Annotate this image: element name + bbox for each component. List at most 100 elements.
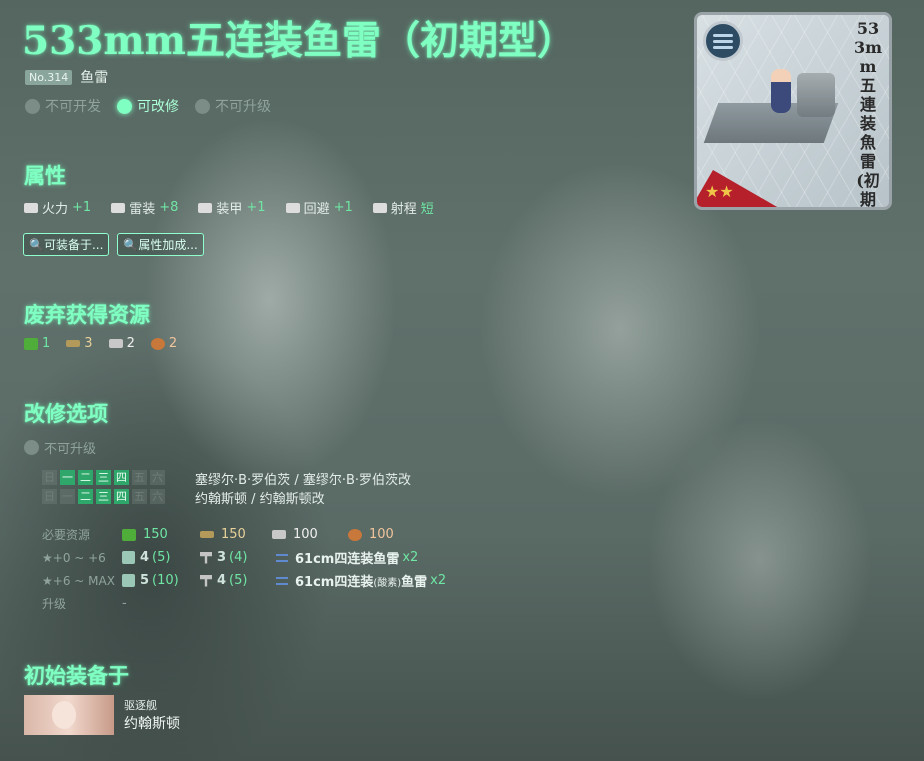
upgrade-row: 升级 -	[42, 592, 446, 615]
bauxite-icon	[150, 337, 165, 350]
scrap-bauxite: 2	[150, 336, 178, 351]
rarity-stars-icon: ★★	[705, 182, 734, 201]
flag-label: 可改修	[137, 99, 179, 115]
stat-torpedo: 雷装 +8	[111, 198, 178, 217]
cost-fuel: 150	[122, 527, 200, 542]
schedule-ships-2: 约翰斯顿 / 约翰斯顿改	[195, 492, 325, 507]
stat-label: 雷装	[129, 202, 156, 217]
torpedo-icon	[276, 576, 288, 585]
day-cell: 一	[60, 489, 75, 504]
equipment-type: 鱼雷	[80, 70, 109, 86]
ship-type: 驱逐舰	[124, 699, 157, 712]
ammo-icon	[200, 531, 214, 538]
equipment-count: x2	[430, 573, 447, 588]
equippable-by-button[interactable]: 🔍可装备于...	[23, 233, 110, 256]
day-cell: 日	[42, 489, 57, 504]
torpedo-icon	[276, 553, 288, 562]
row-label: 升级	[42, 597, 67, 611]
initial-ship-card[interactable]: 驱逐舰 约翰斯顿	[24, 695, 180, 735]
cost-value: 3	[217, 550, 227, 565]
day-cell: 五	[132, 489, 147, 504]
consumed-equipment: 61cm四连装鱼雷 x2	[276, 548, 418, 567]
stat-value: +1	[246, 200, 266, 215]
equipment-card-image: 533mm五連装魚雷(初期型) ★★	[694, 12, 892, 210]
menu-icon[interactable]	[703, 21, 743, 61]
flag-label: 不可升级	[215, 99, 271, 115]
cost-value: 100	[369, 527, 394, 542]
stat-firepower: 火力 +1	[24, 198, 91, 217]
steel-icon	[108, 339, 123, 348]
stats-row: 火力 +1 雷装 +8 装甲 +1 回避 +1 射程 短	[24, 198, 434, 217]
ship-info: 驱逐舰 约翰斯顿	[124, 697, 180, 733]
fuel-icon	[122, 528, 136, 541]
section-title-scrap: 废弃获得资源	[24, 302, 150, 327]
resource-value: 3	[84, 336, 93, 351]
search-icon: 🔍	[123, 238, 139, 252]
status-dot-icon	[24, 440, 39, 455]
improvement-status-label: 不可升级	[44, 442, 97, 457]
stage-row-2: ★+6 ~ MAX 5 (10) 4 (5) 61cm四连装(酸素)鱼雷 x2	[42, 569, 446, 592]
ship-avatar	[24, 695, 114, 735]
improvement-screw-icon	[200, 551, 212, 564]
cost-sure-value: (10)	[152, 573, 179, 588]
day-cell: 日	[42, 470, 57, 485]
screw: 4 (5)	[200, 573, 276, 588]
dev-material: 4 (5)	[122, 550, 200, 565]
card-vertical-name: 533mm五連装魚雷(初期型)	[853, 19, 883, 209]
required-resources-row: 必要资源 150 150 100 100	[42, 523, 446, 546]
equipment-number-badge: No.314	[25, 69, 73, 85]
consumed-equipment: 61cm四连装(酸素)鱼雷 x2	[276, 571, 446, 590]
equipment-name-main: 61cm四连装	[295, 575, 374, 590]
development-material-icon	[122, 551, 135, 564]
flag-improve: 可改修	[117, 96, 179, 116]
cost-sure-value: (5)	[152, 550, 171, 565]
firepower-icon	[24, 202, 38, 213]
button-label: 属性加成...	[138, 238, 198, 252]
day-cell: 四	[114, 470, 129, 485]
equipment-name-small: (酸素)	[373, 578, 402, 589]
development-material-icon	[122, 574, 135, 587]
improvement-status: 不可升级	[24, 438, 96, 457]
status-flags: 不可开发 可改修 不可升级	[25, 96, 271, 116]
cost-value: 100	[293, 527, 318, 542]
cost-value: 4	[217, 573, 227, 588]
resource-value: 1	[42, 336, 51, 351]
section-title-improvement: 改修选项	[24, 401, 108, 426]
stat-value: +1	[72, 200, 92, 215]
row-label: ★+0 ~ +6	[42, 550, 106, 565]
stat-label: 射程	[390, 202, 417, 217]
equipment-name: 61cm四连装(酸素)鱼雷	[295, 571, 427, 590]
stage-row-1: ★+0 ~ +6 4 (5) 3 (4) 61cm四连装鱼雷 x2	[42, 546, 446, 569]
row-label: ★+6 ~ MAX	[42, 573, 115, 588]
bauxite-icon	[348, 528, 362, 541]
stat-bonus-button[interactable]: 🔍属性加成...	[117, 233, 204, 256]
armor-icon	[198, 202, 213, 213]
stat-label: 回避	[303, 202, 330, 217]
stat-value: +1	[333, 200, 353, 215]
cost-value: 4	[140, 550, 150, 565]
torpedo-icon	[111, 202, 126, 213]
stat-evasion: 回避 +1	[285, 198, 353, 217]
equipment-meta: No.314 鱼雷	[25, 67, 108, 87]
section-title-stats: 属性	[24, 163, 66, 188]
evasion-icon	[285, 202, 300, 213]
filter-buttons: 🔍可装备于... 🔍属性加成...	[23, 233, 204, 256]
day-cell: 三	[96, 489, 111, 504]
day-cell: 二	[78, 489, 93, 504]
improvement-cost-table: 必要资源 150 150 100 100 ★+0 ~ +6 4 (5) 3 (4…	[42, 523, 446, 615]
stat-value: 短	[420, 202, 434, 217]
scrap-ammo: 3	[66, 336, 93, 351]
ammo-icon	[66, 340, 81, 347]
scrap-fuel: 1	[24, 336, 50, 351]
cost-value: 150	[143, 527, 168, 542]
row-label: 必要资源	[42, 528, 91, 542]
day-cell: 一	[60, 470, 75, 485]
status-dot-icon	[195, 98, 210, 114]
status-dot-icon	[25, 98, 40, 114]
range-icon	[372, 202, 387, 213]
status-dot-icon	[117, 98, 132, 114]
resource-value: 2	[168, 336, 178, 351]
day-cell: 四	[114, 489, 129, 504]
flag-upgrade: 不可升级	[195, 96, 271, 116]
cost-steel: 100	[272, 527, 348, 542]
